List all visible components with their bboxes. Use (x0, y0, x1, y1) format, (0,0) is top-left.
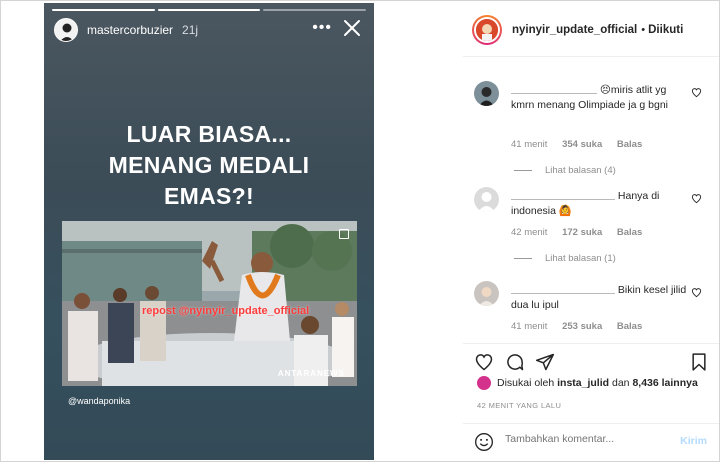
comment-text-wrap: 😣miris atlit yg kmrn menang Olimpiade ja… (511, 83, 689, 113)
headline-line: EMAS?! (164, 183, 254, 209)
comment-meta: 41 menit 354 suka Balas (511, 139, 654, 150)
close-icon[interactable] (342, 18, 362, 38)
reply-button[interactable]: Balas (617, 139, 642, 150)
heart-icon[interactable] (691, 193, 702, 204)
add-comment-bar: Kirim (463, 423, 719, 461)
story-username[interactable]: mastercorbuzier (87, 23, 173, 37)
follow-status-button[interactable]: Diikuti (648, 24, 683, 36)
heart-icon[interactable] (691, 287, 702, 298)
reply-button[interactable]: Balas (617, 227, 642, 238)
multi-photo-icon (339, 229, 349, 239)
likes-prefix: Disukai oleh (497, 377, 555, 389)
story-progress (52, 9, 367, 11)
view-replies-label[interactable]: Lihat balasan (1) (545, 253, 616, 264)
repost-watermark: repost @nyinyir_update_official (142, 305, 310, 317)
headline-line: LUAR BIASA... (126, 121, 292, 147)
story-header: mastercorbuzier 21j ••• (54, 16, 366, 44)
commenter-avatar[interactable] (474, 81, 499, 106)
story-time: 21j (182, 23, 199, 37)
comment-text-wrap: Hanya di indonesia 🙆 (511, 189, 689, 219)
commenter-avatar[interactable] (474, 281, 499, 306)
comment-time: 41 menit (511, 139, 548, 150)
share-icon[interactable] (535, 352, 555, 372)
separator-dot: • (641, 23, 646, 36)
comment-meta: 41 menit 253 suka Balas (511, 321, 654, 332)
comment-meta: 42 menit 172 suka Balas (511, 227, 654, 238)
likes-summary: Disukai oleh insta_julid dan 8,436 lainn… (477, 376, 698, 390)
comment-likes[interactable]: 172 suka (562, 227, 602, 238)
progress-segment (263, 9, 367, 11)
replies-divider (514, 258, 532, 259)
post-header: nyinyir_update_official • Diikuti (463, 3, 719, 57)
story-photo: repost @nyinyir_update_official ANTARANE… (62, 221, 357, 386)
comment-input[interactable] (505, 433, 665, 445)
photo-source: ANTARANEWS (277, 369, 345, 378)
commenter-avatar[interactable] (474, 187, 499, 212)
photo-credit[interactable]: @wandaponika (68, 396, 130, 406)
bookmark-icon[interactable] (689, 352, 709, 372)
story-viewer[interactable]: mastercorbuzier 21j ••• LUAR BIASA... ME… (44, 3, 374, 460)
reply-button[interactable]: Balas (617, 321, 642, 332)
liker-username[interactable]: insta_julid (557, 377, 609, 389)
likes-conj: dan (611, 377, 630, 389)
redacted-username (511, 284, 615, 294)
view-replies[interactable]: Lihat balasan (1) (514, 253, 616, 264)
window-frame: mastercorbuzier 21j ••• LUAR BIASA... ME… (0, 0, 720, 462)
progress-segment (52, 9, 155, 11)
view-replies-label[interactable]: Lihat balasan (4) (545, 165, 616, 176)
comment-icon[interactable] (505, 352, 525, 372)
liker-avatar[interactable] (477, 376, 491, 390)
comment-likes[interactable]: 253 suka (562, 321, 602, 332)
heart-icon[interactable] (474, 352, 494, 372)
comment-text-wrap: Bikin kesel jilid dua lu ipul (511, 283, 689, 313)
redacted-username (511, 84, 597, 94)
headline-line: MENANG MEDALI (108, 152, 310, 178)
heart-icon[interactable] (691, 87, 702, 98)
story-headline: LUAR BIASA... MENANG MEDALI EMAS?! (44, 119, 374, 212)
likes-count[interactable]: 8,436 lainnya (632, 377, 697, 389)
progress-segment (157, 9, 261, 11)
comment-time: 41 menit (511, 321, 548, 332)
comment-likes[interactable]: 354 suka (562, 139, 602, 150)
comment-time: 42 menit (511, 227, 548, 238)
more-options-icon[interactable]: ••• (312, 19, 332, 37)
post-username[interactable]: nyinyir_update_official (512, 24, 637, 36)
post-sidebar: nyinyir_update_official • Diikuti 😣miris… (463, 3, 719, 461)
post-avatar[interactable] (472, 14, 502, 45)
story-avatar[interactable] (54, 18, 78, 42)
emoji-icon[interactable] (474, 432, 494, 452)
redacted-username (511, 190, 615, 200)
view-replies[interactable]: Lihat balasan (4) (514, 165, 616, 176)
post-time-ago: 42 MENIT YANG LALU (477, 401, 562, 410)
action-bar (463, 343, 719, 373)
replies-divider (514, 170, 532, 171)
post-comment-button[interactable]: Kirim (680, 435, 707, 447)
